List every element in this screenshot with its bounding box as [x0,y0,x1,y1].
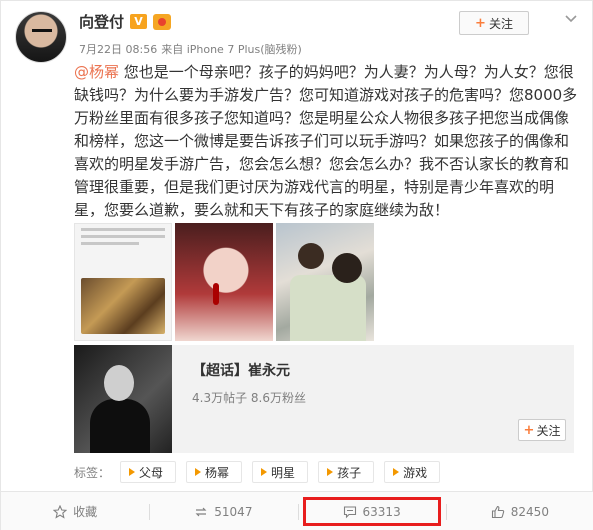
topic-follow-button[interactable]: + 关注 [518,419,566,441]
post-text-body: 您也是一个母亲吧？孩子的妈妈吧？为人妻？为人母？为人女？您很缺钱吗？为什么要为手… [74,63,578,219]
topic-card-title[interactable]: 【超话】崔永元 [192,360,290,380]
verified-badge-icon: V [130,14,148,29]
tag-label: 杨幂 [205,465,230,480]
fan-badge-icon [153,13,172,30]
like-button[interactable]: 82450 [445,492,593,530]
star-icon [53,504,68,519]
tag-list: 标签： 父母 杨幂 明星 孩子 游戏 [74,461,441,483]
author-name[interactable]: 向登付 [79,11,124,32]
tag-label: 游戏 [403,465,428,480]
mention-link[interactable]: @杨幂 [74,63,119,81]
like-count: 82450 [510,504,549,519]
post-source: 来自 iPhone 7 Plus(脑残粉) [161,43,302,56]
repost-count: 51047 [214,504,253,519]
topic-card-stats: 4.3万帖子 8.6万粉丝 [192,391,306,405]
comment-count: 63313 [362,504,401,519]
favorite-button[interactable]: 收藏 [1,492,149,530]
tag-marker-icon [393,468,400,476]
author-avatar[interactable] [15,11,67,63]
tag-item[interactable]: 父母 [120,461,177,483]
tag-item[interactable]: 游戏 [384,461,441,483]
favorite-label: 收藏 [73,505,98,519]
comment-button[interactable]: 63313 [297,492,446,530]
topic-card-image [74,345,172,453]
author-name-row: 向登付 V [79,11,172,32]
topic-follow-label: 关注 [536,423,561,438]
tag-item[interactable]: 孩子 [318,461,375,483]
tag-item[interactable]: 明星 [252,461,309,483]
image-thumbnail-portrait[interactable] [175,223,273,341]
plus-icon: + [475,15,486,31]
tag-marker-icon [195,468,202,476]
tag-label: 父母 [139,465,164,480]
repost-button[interactable]: 51047 [149,492,297,530]
post-meta: 7月22日 08:56 来自 iPhone 7 Plus(脑残粉) [79,41,302,57]
action-bar: 收藏 51047 63313 82450 [1,491,593,530]
tag-marker-icon [327,468,334,476]
chevron-down-icon[interactable] [563,11,579,27]
plus-icon: + [523,422,535,438]
comment-icon [343,505,357,519]
thumbs-up-icon [491,505,505,519]
tag-label: 明星 [271,465,296,480]
post-text: @杨幂 您也是一个母亲吧？孩子的妈妈吧？为人妻？为人母？为人女？您很缺钱吗？为什… [74,61,580,222]
image-thumbnail-family[interactable] [276,223,374,341]
weibo-post: 向登付 V 7月22日 08:56 来自 iPhone 7 Plus(脑残粉) … [0,0,593,530]
tag-marker-icon [129,468,136,476]
tag-item[interactable]: 杨幂 [186,461,243,483]
follow-label: 关注 [488,16,513,31]
image-grid [74,223,374,341]
image-thumbnail-screenshot[interactable] [74,223,172,341]
tag-marker-icon [261,468,268,476]
tag-label: 孩子 [337,465,362,480]
follow-button[interactable]: + 关注 [459,11,529,35]
topic-card[interactable]: 【超话】崔永元 4.3万帖子 8.6万粉丝 + 关注 [74,345,574,453]
repost-icon [194,505,208,519]
post-time[interactable]: 7月22日 08:56 [79,41,157,57]
tags-label: 标签： [74,465,111,480]
